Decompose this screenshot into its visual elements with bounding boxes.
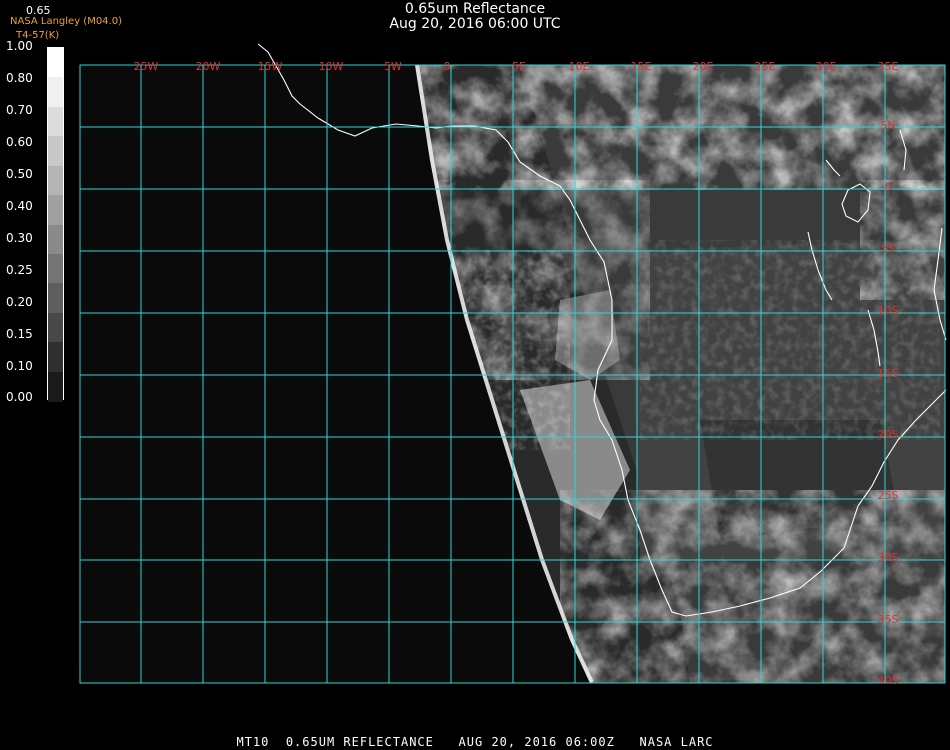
- latitude-label: 15S: [878, 367, 899, 380]
- longitude-label: 15W: [258, 60, 283, 73]
- colorbar-tick-label: 0.15: [6, 327, 33, 341]
- footer-caption: MT10 0.65UM REFLECTANCE AUG 20, 2016 06:…: [236, 735, 714, 749]
- longitude-label: 5W: [384, 60, 402, 73]
- longitude-label: 30E: [816, 60, 837, 73]
- longitude-label: 35E: [878, 60, 899, 73]
- latitude-label: 25S: [878, 489, 899, 502]
- satellite-map: 25W 20W 15W 10W 5W 0 5E 10E 15E 20E 25E 30E 35E 5N 0 5…: [79, 43, 947, 687]
- colorbar-tick-label: 0.10: [6, 359, 33, 373]
- colorbar-tick-label: 0.60: [6, 135, 33, 149]
- colorbar-tick-label: 0.40: [6, 199, 33, 213]
- colorbar-tick-label: 0.25: [6, 263, 33, 277]
- latitude-label: 40S: [878, 674, 899, 687]
- latitude-label: 35S: [878, 613, 899, 626]
- latitude-label: 5S: [881, 242, 895, 255]
- latitude-label: 0: [885, 181, 892, 194]
- colorbar-tick-label: 0.70: [6, 103, 33, 117]
- colorbar-tick-label: 1.00: [6, 39, 33, 53]
- latitude-label: 5N: [880, 119, 895, 132]
- latitude-label: 30S: [878, 551, 899, 564]
- longitude-label: 10W: [319, 60, 344, 73]
- longitude-label: 25W: [134, 60, 159, 73]
- longitude-label: 0: [444, 60, 451, 73]
- colorbar-tick-label: 0.00: [6, 390, 33, 404]
- latitude-label: 10S: [878, 304, 899, 317]
- colorbar-tick-label: 0.50: [6, 167, 33, 181]
- colorbar-tick-label: 0.30: [6, 231, 33, 245]
- longitude-label: 25E: [755, 60, 776, 73]
- longitude-label: 20E: [693, 60, 714, 73]
- latitude-label: 20S: [878, 428, 899, 441]
- longitude-label: 10E: [569, 60, 590, 73]
- colorbar-tick-label: 0.80: [6, 71, 33, 85]
- longitude-label: 20W: [196, 60, 221, 73]
- longitude-label: 15E: [631, 60, 652, 73]
- colorbar-tick-label: 0.20: [6, 295, 33, 309]
- longitude-label: 5E: [512, 60, 526, 73]
